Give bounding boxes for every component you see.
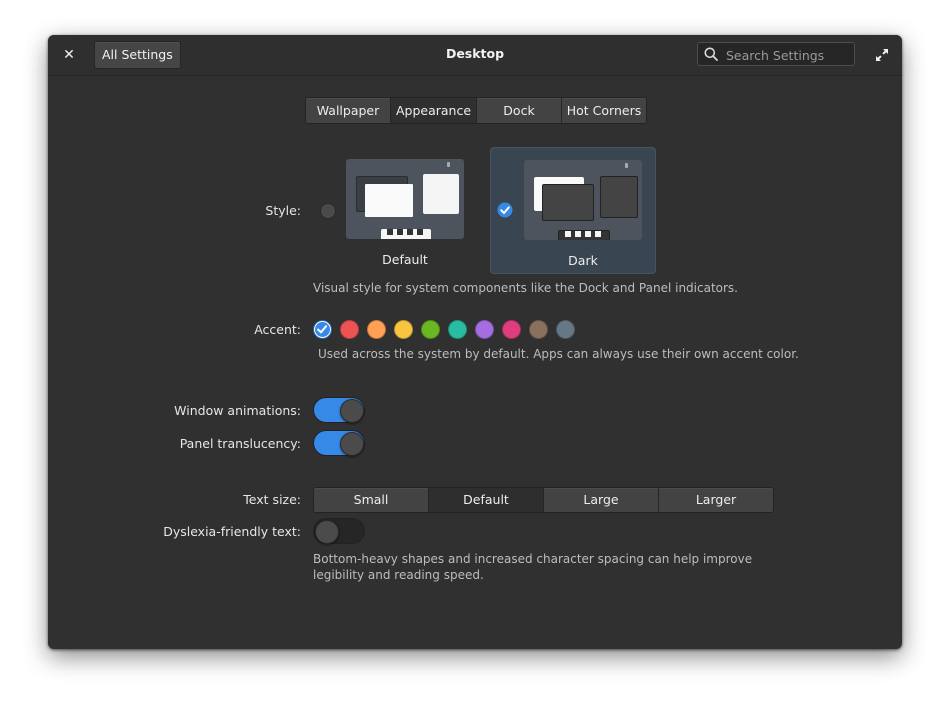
- text-size-larger[interactable]: Larger: [659, 488, 773, 512]
- switch-knob: [315, 520, 339, 544]
- dyslexia-description: Bottom-heavy shapes and increased charac…: [313, 552, 753, 582]
- tab-wallpaper[interactable]: Wallpaper: [306, 98, 391, 123]
- default-style-preview: [346, 159, 464, 239]
- accent-color-swatch[interactable]: [367, 320, 386, 339]
- accent-color-swatch[interactable]: [448, 320, 467, 339]
- text-size-large[interactable]: Large: [544, 488, 659, 512]
- text-size-small[interactable]: Small: [314, 488, 429, 512]
- window-animations-switch[interactable]: [313, 397, 365, 423]
- dark-style-preview: [524, 160, 642, 240]
- style-default-radio[interactable]: [320, 203, 336, 219]
- accent-color-swatch[interactable]: [529, 320, 548, 339]
- switch-knob: [340, 432, 364, 456]
- text-size-label: Text size:: [243, 492, 301, 507]
- accent-color-swatch[interactable]: [502, 320, 521, 339]
- tab-dock[interactable]: Dock: [477, 98, 562, 123]
- checkmark-icon: [497, 202, 513, 218]
- accent-label: Accent:: [254, 322, 301, 337]
- accent-color-swatch[interactable]: [313, 320, 332, 339]
- search-input[interactable]: [724, 45, 854, 65]
- accent-description: Used across the system by default. Apps …: [318, 347, 799, 361]
- accent-color-swatch[interactable]: [340, 320, 359, 339]
- checkmark-icon: [317, 325, 328, 334]
- maximize-icon[interactable]: [874, 47, 890, 63]
- window-animations-label: Window animations:: [174, 403, 301, 418]
- accent-color-swatch[interactable]: [556, 320, 575, 339]
- style-default-name: Default: [382, 252, 428, 267]
- style-description: Visual style for system components like …: [313, 281, 738, 295]
- accent-color-swatch[interactable]: [475, 320, 494, 339]
- style-label: Style:: [265, 203, 301, 218]
- text-size-selector: Small Default Large Larger: [313, 487, 774, 513]
- tab-appearance[interactable]: Appearance: [391, 98, 477, 123]
- panel-translucency-label: Panel translucency:: [179, 436, 301, 451]
- dyslexia-switch[interactable]: [313, 518, 365, 544]
- tab-hot-corners[interactable]: Hot Corners: [562, 98, 646, 123]
- settings-window: ✕ All Settings Desktop Wallpaper Appeara…: [48, 35, 902, 649]
- style-option-dark[interactable]: Dark: [490, 147, 656, 274]
- search-field[interactable]: [697, 42, 855, 66]
- tab-bar: Wallpaper Appearance Dock Hot Corners: [305, 97, 647, 124]
- style-option-default[interactable]: Default: [341, 153, 469, 271]
- dyslexia-label: Dyslexia-friendly text:: [163, 524, 301, 539]
- header-bar: ✕ All Settings Desktop: [48, 35, 902, 76]
- search-icon: [704, 47, 718, 61]
- style-dark-name: Dark: [568, 253, 598, 268]
- accent-color-swatch[interactable]: [394, 320, 413, 339]
- text-size-default[interactable]: Default: [429, 488, 544, 512]
- accent-color-swatch[interactable]: [421, 320, 440, 339]
- switch-knob: [340, 399, 364, 423]
- panel-translucency-switch[interactable]: [313, 430, 365, 456]
